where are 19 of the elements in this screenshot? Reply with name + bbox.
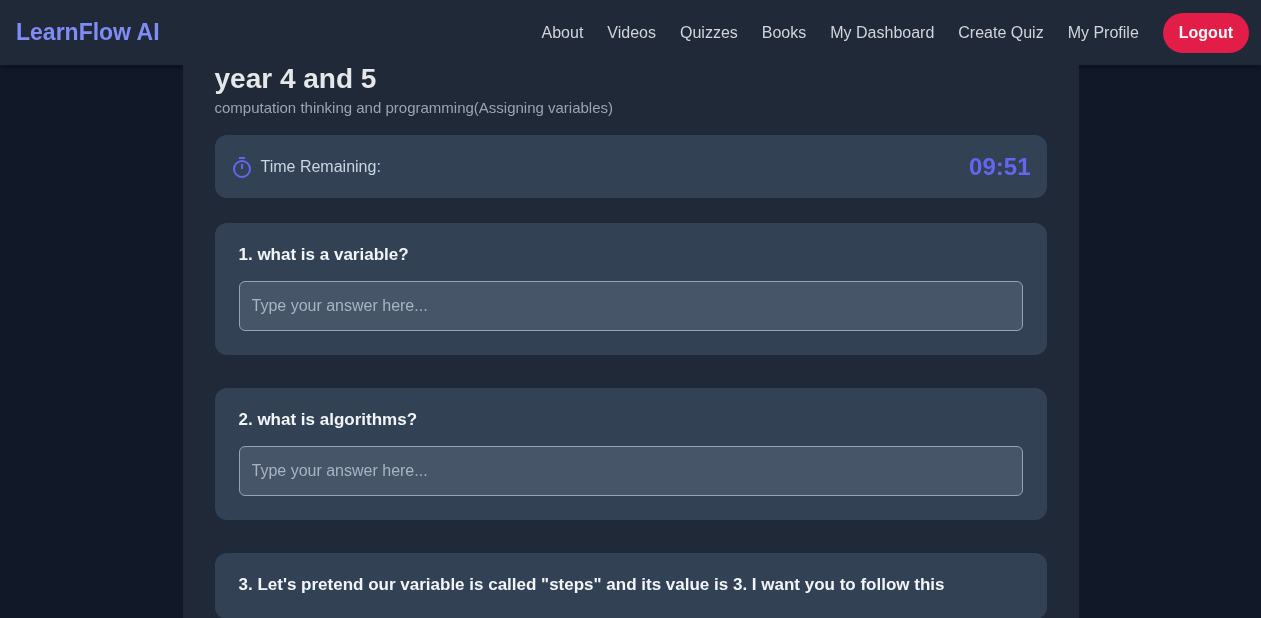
quiz-title: year 4 and 5 [214, 65, 378, 93]
logout-button[interactable]: Logout [1162, 12, 1249, 53]
nav-link[interactable]: Books [761, 20, 807, 45]
nav-link[interactable]: Videos [607, 20, 656, 45]
question-text: 3. Let's pretend our variable is called "steps" and its value is 3. I want you to follow this [238, 575, 946, 595]
brand-logo[interactable]: LearnFlow AI [16, 15, 160, 50]
answer-field[interactable]: Type your answer here... [238, 446, 1023, 496]
question-text: 1. what is a variable? [238, 245, 410, 265]
timer-value: 09:51 [969, 151, 1031, 182]
nav-link[interactable]: Quizzes [680, 20, 738, 45]
nav-link[interactable]: My Dashboard [830, 20, 935, 45]
nav-link[interactable]: About [541, 20, 584, 45]
question-text: 2. what is algorithms? [238, 410, 419, 430]
answer-field[interactable]: Type your answer here... [238, 281, 1023, 331]
timer-label: Time Remaining: [260, 156, 381, 177]
stopwatch-icon [230, 155, 253, 178]
nav-link[interactable]: Create Quiz [958, 20, 1044, 45]
quiz-subtitle: computation thinking and programming(Assigning variables) [214, 99, 615, 117]
nav-link[interactable]: My Profile [1067, 20, 1139, 45]
